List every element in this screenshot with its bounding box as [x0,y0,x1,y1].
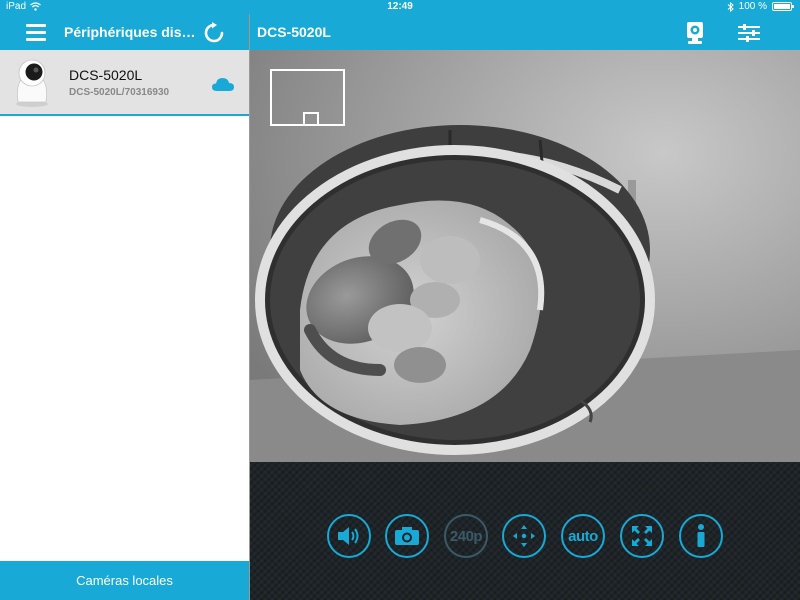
resolution-button[interactable]: 240p [444,514,488,558]
fullscreen-button[interactable] [620,514,664,558]
menu-icon[interactable] [26,24,46,41]
resolution-label: 240p [449,527,483,545]
pan-tilt-icon [513,525,535,547]
camera-title: DCS-5020L [257,24,331,40]
sidebar-title: Périphériques dis… [64,24,196,40]
mode-label: auto [568,527,598,545]
battery-label: 100 % [738,1,767,12]
mode-button[interactable]: auto [561,514,605,558]
device-thumbnail [16,59,48,107]
device-id: DCS-5020L/70316930 [69,87,170,98]
camera-feed[interactable] [250,50,800,462]
status-time: 12:49 [387,1,413,12]
fullscreen-icon [632,526,652,546]
settings-icon[interactable] [738,24,760,42]
control-bar: 240p auto [250,462,800,600]
refresh-icon[interactable] [203,22,225,44]
battery-icon [772,2,794,11]
camera-icon[interactable] [685,20,705,46]
device-list-empty-area [0,117,249,561]
device-name: DCS-5020L [69,67,143,83]
speaker-icon [338,527,359,545]
snapshot-icon [395,527,419,545]
snapshot-button[interactable] [385,514,429,558]
status-bar: iPad 12:49 100 % [0,0,800,14]
zoom-navigator[interactable] [270,69,345,126]
sidebar-header: Périphériques dis… [0,14,249,50]
camera-header: DCS-5020L [250,14,800,50]
info-icon [697,524,705,547]
bluetooth-icon [727,1,734,12]
local-cameras-button[interactable]: Caméras locales [0,561,249,600]
zoom-viewport-marker [303,112,319,124]
status-bar-right: 100 % [727,1,794,12]
audio-button[interactable] [327,514,371,558]
cloud-icon [212,78,234,91]
info-button[interactable] [679,514,723,558]
pan-tilt-button[interactable] [502,514,546,558]
